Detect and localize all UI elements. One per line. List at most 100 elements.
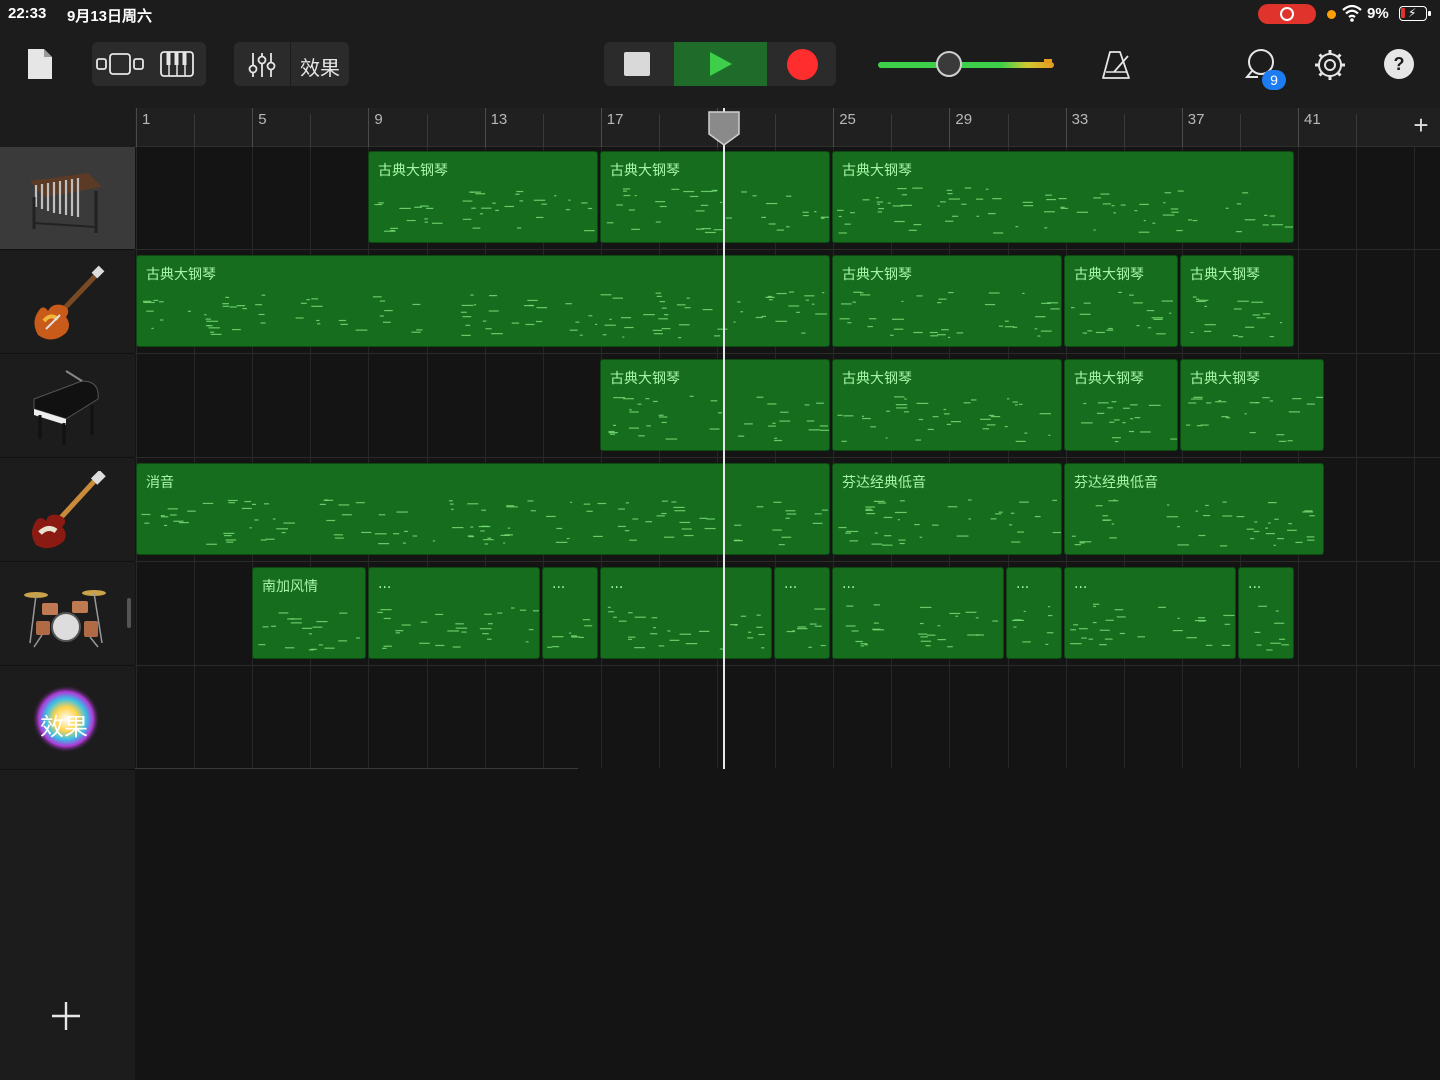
region[interactable]: 古典大钢琴 [368, 151, 598, 243]
ruler-minor-tick [775, 114, 777, 147]
effects-button[interactable]: 效果 [300, 52, 340, 81]
stop-button[interactable] [624, 52, 650, 76]
mixer-icon[interactable] [248, 51, 276, 79]
screen-recording-indicator[interactable] [1258, 4, 1316, 24]
transport-controls [604, 42, 836, 86]
region[interactable]: 古典大钢琴 [832, 255, 1062, 347]
battery-icon: ⚡ [1399, 6, 1431, 21]
level-meter-peak [1044, 59, 1052, 63]
region-label: ... [610, 576, 624, 592]
region-label: ... [378, 576, 392, 592]
ruler-minor-tick [1356, 114, 1358, 147]
ruler-bar-number: 37 [1187, 111, 1205, 128]
region-label: 南加风情 [262, 579, 318, 595]
ruler-tick [484, 108, 486, 147]
region[interactable]: 古典大钢琴 [136, 255, 830, 347]
track-header-bass[interactable] [0, 459, 135, 562]
toolbar: 效果 9 ? [0, 28, 1440, 108]
region[interactable]: 芬达经典低音 [1064, 463, 1324, 555]
region-notes [142, 291, 827, 339]
region[interactable]: ... [832, 567, 1004, 659]
track-header-mallets[interactable] [0, 147, 135, 250]
document-icon[interactable] [27, 48, 53, 80]
lane-separator [135, 768, 578, 769]
region-label: 古典大钢琴 [842, 163, 912, 179]
play-icon [710, 52, 732, 76]
lane-separator [135, 249, 1440, 250]
divider [290, 42, 291, 86]
lane-separator [135, 665, 1440, 666]
lane-separator [135, 353, 1440, 354]
region[interactable]: 古典大钢琴 [832, 359, 1062, 451]
region-label: 古典大钢琴 [610, 371, 680, 387]
track-header-electric-guitar[interactable] [0, 251, 135, 354]
region[interactable]: 古典大钢琴 [1064, 255, 1178, 347]
track-header-grand-piano[interactable] [0, 355, 135, 458]
record-button[interactable] [787, 49, 818, 80]
region[interactable]: 古典大钢琴 [600, 151, 830, 243]
region-label: 芬达经典低音 [1074, 475, 1158, 491]
ruler-minor-tick [1007, 114, 1009, 147]
ruler-minor-tick [542, 114, 544, 147]
region[interactable]: ... [600, 567, 772, 659]
timeline-ruler[interactable]: 1591317212529333741 [135, 108, 1440, 147]
track-resize-handle[interactable] [127, 598, 131, 628]
region[interactable]: 消音 [136, 463, 830, 555]
ruler-minor-tick [1239, 114, 1241, 147]
ruler-bar-number: 41 [1304, 111, 1321, 128]
svg-text:?: ? [1394, 54, 1405, 74]
add-section-button[interactable]: + [1406, 110, 1436, 140]
playhead-handle[interactable] [707, 110, 741, 146]
playhead[interactable] [723, 108, 725, 769]
region-notes [141, 499, 828, 546]
ruler-tick [368, 108, 370, 147]
region-label: 消音 [146, 475, 174, 491]
region[interactable]: ... [542, 567, 598, 659]
region[interactable]: 古典大钢琴 [1180, 255, 1294, 347]
region[interactable]: 古典大钢琴 [600, 359, 830, 451]
region[interactable]: 古典大钢琴 [832, 151, 1294, 243]
volume-track [878, 62, 1054, 68]
wifi-icon [1342, 4, 1362, 22]
ruler-bar-number: 1 [142, 111, 151, 128]
region-label: ... [842, 576, 856, 592]
lane-separator [135, 561, 1440, 562]
region-label: 古典大钢琴 [1190, 267, 1260, 283]
region[interactable]: ... [1064, 567, 1236, 659]
region-notes [845, 604, 999, 648]
region-label: ... [1016, 576, 1030, 592]
volume-knob[interactable] [936, 51, 962, 77]
ruler-tick [1065, 108, 1067, 147]
ruler-bar-number: 5 [258, 111, 267, 128]
add-track-button[interactable] [50, 1000, 82, 1032]
ruler-tick [600, 108, 602, 147]
region[interactable]: ... [1238, 567, 1294, 659]
settings-gear-icon[interactable] [1313, 48, 1347, 82]
region[interactable]: 古典大钢琴 [1180, 359, 1324, 451]
help-icon[interactable]: ? [1383, 48, 1415, 80]
region-label: 古典大钢琴 [378, 163, 448, 179]
region[interactable]: ... [1006, 567, 1062, 659]
region[interactable]: ... [774, 567, 830, 659]
ruler-minor-tick [194, 114, 196, 147]
ruler-gutter [0, 108, 135, 147]
keyboard-icon[interactable] [160, 51, 194, 77]
bass-guitar-icon [32, 471, 106, 549]
region-label: 古典大钢琴 [1190, 371, 1260, 387]
region-label: 古典大钢琴 [842, 267, 912, 283]
region[interactable]: ... [368, 567, 540, 659]
region-label: 古典大钢琴 [146, 267, 216, 283]
tracks-view-icon[interactable] [96, 52, 144, 76]
track-headers: 效果 [0, 147, 135, 1080]
effects-track-label: 效果 [40, 713, 88, 741]
metronome-icon[interactable] [1100, 50, 1132, 80]
region[interactable]: 古典大钢琴 [1064, 359, 1178, 451]
track-header-drums[interactable] [0, 563, 135, 666]
tracks-area[interactable]: 古典大钢琴 古典大钢琴 古典大钢琴 古典大钢琴 古典大钢琴 古典大钢琴 古典大钢… [135, 147, 1440, 769]
master-volume-slider[interactable] [876, 51, 1066, 77]
region[interactable]: 芬达经典低音 [832, 463, 1062, 555]
track-header-fx[interactable]: 效果 [0, 667, 135, 770]
ruler-bar-number: 13 [490, 111, 508, 128]
region[interactable]: 南加风情 [252, 567, 366, 659]
region-notes [377, 607, 539, 649]
